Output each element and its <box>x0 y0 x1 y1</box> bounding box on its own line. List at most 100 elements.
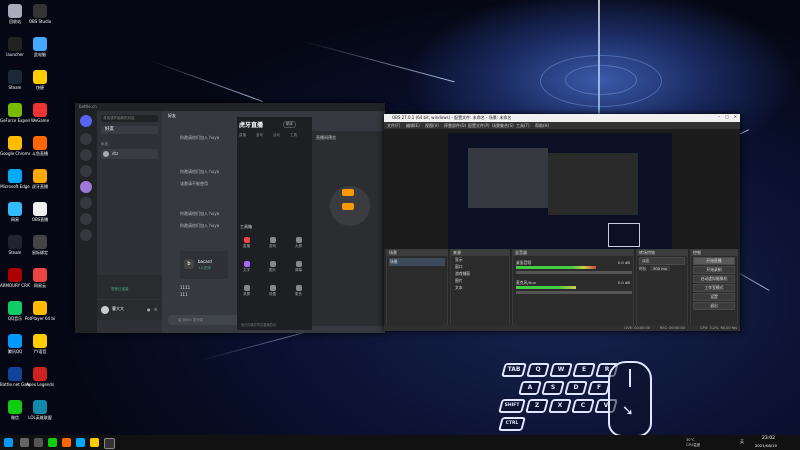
desktop-icon[interactable]: WeGame <box>25 103 55 123</box>
tool-item[interactable]: 更多 <box>291 285 306 297</box>
obs-icon[interactable] <box>104 438 115 449</box>
obs-window[interactable]: OBS 27.0.1 (64 bit, windows) - 配置文件: 未命名… <box>384 114 740 331</box>
desktop-icon-label: Apex Legends <box>25 382 55 387</box>
transition-select[interactable]: 淡出 <box>639 257 685 265</box>
tools-title: 工具箱 <box>240 224 252 229</box>
desktop-icon[interactable]: LOL英雄联盟 <box>25 400 55 420</box>
tool-item[interactable]: 录屏 <box>239 285 254 297</box>
dm-item[interactable]: dtz <box>101 149 158 159</box>
tool-item[interactable]: 弹幕 <box>291 261 306 273</box>
tool-item[interactable]: 文字 <box>239 261 254 273</box>
maximize-icon[interactable]: □ <box>725 114 729 119</box>
tool-item[interactable]: 大屏 <box>291 237 306 249</box>
tab[interactable]: 直播 <box>239 133 246 138</box>
scene-item[interactable]: 场景 <box>389 258 445 266</box>
desktop-icon[interactable]: OBS直播 <box>25 202 55 222</box>
app-icon <box>8 103 22 117</box>
desktop-icon[interactable]: OBS Studio <box>25 4 55 24</box>
desktop-icon[interactable]: 鼠标绑定 <box>25 235 55 255</box>
server-icon[interactable] <box>80 149 92 161</box>
edge-icon[interactable] <box>76 438 85 447</box>
mouse-overlay: ➘ <box>608 361 652 437</box>
desktop-icon[interactable]: YY语音 <box>25 334 55 354</box>
wechat-icon[interactable] <box>48 438 57 447</box>
obs-preview-canvas[interactable] <box>384 129 740 259</box>
dock-title: 控制 <box>691 250 737 256</box>
clock[interactable]: 23:02 <box>762 436 775 441</box>
close-icon[interactable]: ✕ <box>734 114 737 119</box>
start-streaming-button[interactable]: 开始直播 <box>693 257 735 265</box>
tab[interactable]: 工具 <box>290 133 297 138</box>
nested-keyboard <box>608 223 640 247</box>
minimize-icon[interactable]: – <box>718 114 720 119</box>
taskbar: 30°C CPU温度 英 23:02 2021/08/19 <box>0 435 800 450</box>
source-item[interactable]: 窗口 <box>455 264 505 270</box>
virtual-camera-button[interactable]: 启动虚拟摄像机 <box>693 275 735 283</box>
source-item[interactable]: 游戏捕获 <box>455 271 505 277</box>
chat-header: 好友 <box>168 113 176 118</box>
desktop-icon[interactable]: 虎牙直播 <box>25 169 55 189</box>
tab[interactable]: 活动 <box>273 133 280 138</box>
server-icon[interactable] <box>80 181 92 193</box>
windows-start-icon[interactable] <box>4 438 13 447</box>
obs-title: OBS 27.0.1 (64 bit, windows) - 配置文件: 未命名… <box>392 115 512 120</box>
ripple-ring <box>565 65 637 95</box>
server-icon[interactable] <box>80 133 92 145</box>
mic-icon[interactable]: ● <box>147 307 151 312</box>
obs-statusbar: LIVE: 00:00:00 REC: 00:00:00 CPU: 3.2%, … <box>384 325 740 331</box>
light-streak <box>149 60 263 103</box>
avatar[interactable] <box>101 306 109 314</box>
orange-button[interactable] <box>342 189 354 196</box>
key-w: W <box>549 363 573 377</box>
server-icon[interactable] <box>80 165 92 177</box>
orange-button[interactable] <box>342 203 354 210</box>
invite-card[interactable]: b bacard 1人在线 <box>180 251 228 279</box>
tab[interactable]: 游戏 <box>256 133 263 138</box>
key-z: Z <box>525 399 549 413</box>
settings-button[interactable]: 设置 <box>693 293 735 301</box>
app-icon <box>8 334 22 348</box>
ime-indicator[interactable]: 英 <box>740 439 744 445</box>
search-icon[interactable] <box>20 438 29 447</box>
obs-titlebar[interactable]: OBS 27.0.1 (64 bit, windows) - 配置文件: 未命名… <box>384 114 740 122</box>
discord-titlebar[interactable]: battle.cn <box>75 103 385 111</box>
folder-icon[interactable] <box>90 438 99 447</box>
home-icon[interactable] <box>80 115 92 127</box>
desktop-icon[interactable]: 斗鱼直播 <box>25 136 55 156</box>
task-view-icon[interactable] <box>34 438 43 447</box>
tool-item[interactable]: 图片 <box>265 261 280 273</box>
source-item[interactable]: 显示 <box>455 257 505 263</box>
gear-icon[interactable]: ⚙ <box>154 307 158 312</box>
volume-slider[interactable] <box>516 291 632 294</box>
explore-icon[interactable] <box>80 213 92 225</box>
desktop-icon[interactable]: PotPlayer 64 bit <box>25 301 55 321</box>
download-icon[interactable] <box>80 229 92 241</box>
search-input[interactable]: 寻找或开始新的对话 <box>101 115 158 122</box>
app-icon[interactable] <box>62 438 71 447</box>
duration-input[interactable]: 300 ms <box>649 266 670 271</box>
desktop-icon[interactable]: 此电脑 <box>25 37 55 57</box>
source-item[interactable]: 图片 <box>455 278 505 284</box>
tool-item[interactable]: 游戏 <box>265 237 280 249</box>
source-item[interactable]: 文本 <box>455 285 505 291</box>
friends-item[interactable]: 好友 <box>101 126 158 134</box>
cursor-arrow-icon: ➘ <box>622 403 634 419</box>
volume-slider[interactable] <box>516 271 632 274</box>
app-icon <box>33 202 47 216</box>
desktop-icon[interactable]: 快捷 <box>25 70 55 90</box>
app-icon <box>33 367 47 381</box>
desktop-icon[interactable]: Apex Legends <box>25 367 55 387</box>
chat-message: 你邀请他们加入 huya <box>180 211 220 216</box>
tool-item[interactable]: 设置 <box>265 285 280 297</box>
exit-button[interactable]: 退出 <box>693 302 735 310</box>
add-server-icon[interactable] <box>80 197 92 209</box>
start-recording-button[interactable]: 开始录制 <box>693 266 735 274</box>
app-icon <box>33 37 47 51</box>
desktop-icon-label: YY语音 <box>33 349 47 354</box>
app-icon <box>8 169 22 183</box>
desktop-icon[interactable]: 网易云 <box>25 268 55 288</box>
tool-item[interactable]: 直播 <box>239 237 254 249</box>
key-a: A <box>518 381 542 395</box>
studio-mode-button[interactable]: 工作室模式 <box>693 284 735 292</box>
date[interactable]: 2021/08/19 <box>755 443 777 448</box>
